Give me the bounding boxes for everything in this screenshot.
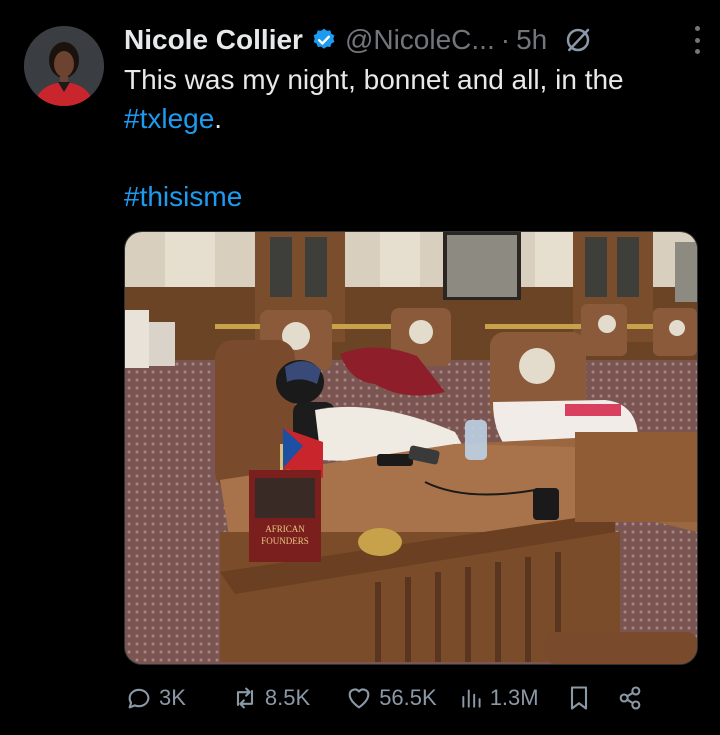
hashtag-thisisme[interactable]: #thisisme — [124, 181, 242, 212]
views-count: 1.3M — [489, 685, 539, 710]
post-line1: This was my night, bonnet and all, in th… — [124, 64, 624, 95]
like-icon — [348, 688, 370, 709]
reply-icon — [128, 688, 150, 709]
repost-count: 8.5K — [264, 685, 311, 710]
post-header: Nicole Collier @NicoleC... · 5h — [124, 22, 702, 58]
action-bar: 3K 8.5K 56.5K 1.3M — [124, 680, 684, 716]
author-name[interactable]: Nicole Collier — [124, 24, 303, 56]
bookmark-button[interactable] — [565, 683, 598, 713]
post-time[interactable]: 5h — [516, 24, 547, 56]
repost-icon — [236, 687, 253, 709]
book-title-line1: AFRICAN — [265, 524, 305, 534]
reply-count: 3K — [159, 685, 186, 710]
bookmark-icon — [570, 686, 587, 710]
repost-button[interactable]: 8.5K — [230, 684, 310, 712]
share-icon — [619, 686, 640, 710]
more-icon[interactable] — [692, 24, 702, 56]
verified-icon — [313, 28, 335, 49]
separator-dot: · — [500, 24, 511, 55]
post-line1-end: . — [214, 103, 223, 134]
grok-icon[interactable] — [563, 25, 593, 55]
post-text: This was my night, bonnet and all, in th… — [124, 60, 704, 216]
reply-button[interactable]: 3K — [124, 684, 186, 712]
views-button[interactable]: 1.3M — [459, 684, 539, 712]
avatar[interactable] — [24, 26, 104, 106]
like-count: 56.5K — [379, 685, 437, 710]
post-photo[interactable]: AFRICAN FOUNDERS — [124, 231, 698, 665]
author-handle[interactable]: @NicoleC... — [345, 24, 495, 56]
book-title-line2: FOUNDERS — [261, 536, 309, 546]
views-icon — [462, 689, 481, 708]
share-button[interactable] — [616, 683, 649, 713]
like-button[interactable]: 56.5K — [344, 684, 437, 712]
hashtag-txlege[interactable]: #txlege — [124, 103, 214, 134]
